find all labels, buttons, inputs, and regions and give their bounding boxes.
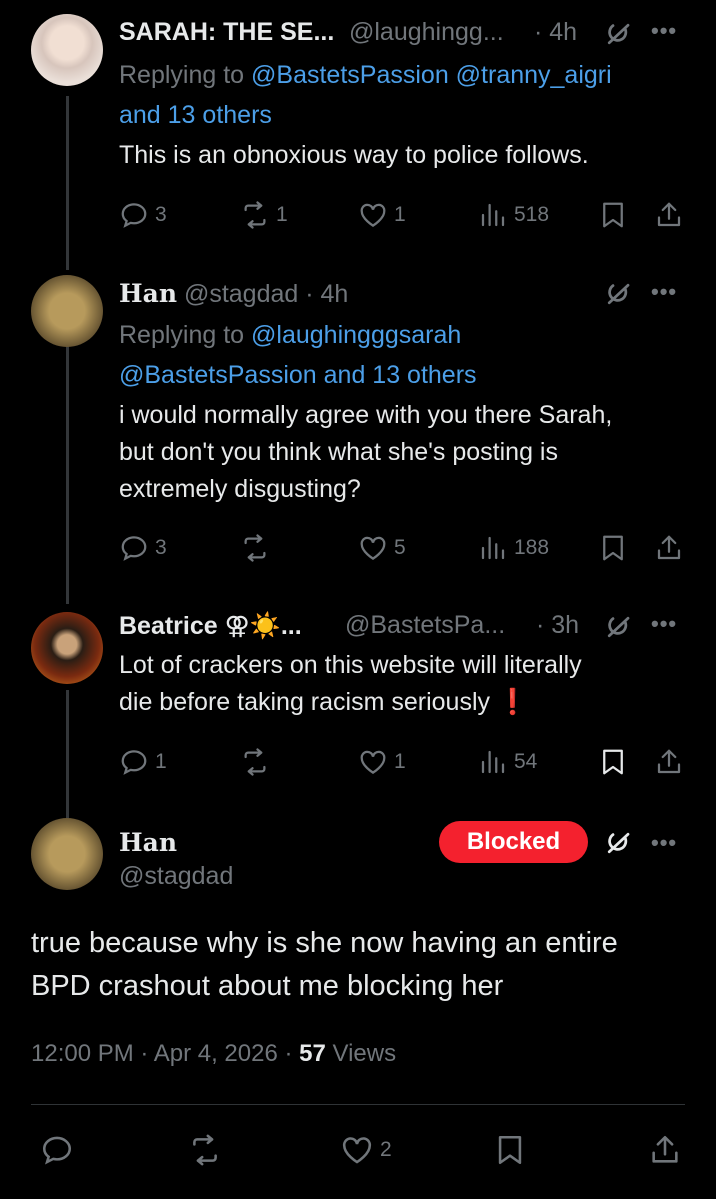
avatar[interactable] [31, 14, 103, 86]
reply-button[interactable]: 3 [119, 533, 167, 563]
tweet-time[interactable]: · 3h [536, 611, 579, 640]
like-button[interactable]: 1 [358, 200, 406, 230]
like-icon [358, 200, 388, 230]
reply-button[interactable]: 3 [119, 200, 167, 230]
more-icon[interactable]: ••• [651, 830, 677, 856]
reply-icon [119, 200, 149, 230]
reply-icon [40, 1133, 74, 1167]
replying-label: Replying to [119, 321, 245, 349]
retweet-icon [188, 1133, 222, 1167]
like-icon [340, 1133, 374, 1167]
views-icon [478, 200, 508, 230]
grok-icon[interactable] [603, 19, 633, 49]
views-count: 188 [514, 536, 550, 559]
tweet-meta: 12:00 PM · Apr 4, 2026 · 57 Views [31, 1040, 396, 1068]
reply-icon [119, 747, 149, 777]
tweet-text: This is an obnoxious way to police follo… [119, 141, 589, 169]
views-button[interactable]: 518 [478, 200, 549, 230]
retweet-icon [240, 200, 270, 230]
bookmark-icon[interactable] [493, 1133, 527, 1167]
tweet-text-line: BPD crashout about me blocking her [31, 970, 504, 1002]
share-icon[interactable] [654, 747, 684, 777]
mention-others-link[interactable]: and 13 others [119, 95, 272, 135]
share-icon[interactable] [654, 533, 684, 563]
retweet-icon [240, 747, 270, 777]
reply-icon [119, 533, 149, 563]
views-button[interactable]: 188 [478, 533, 549, 563]
share-icon[interactable] [654, 200, 684, 230]
reply-count: 3 [155, 203, 167, 226]
author-name[interactable]: Han [119, 279, 177, 308]
avatar[interactable] [31, 275, 103, 347]
retweet-icon [240, 533, 270, 563]
like-button[interactable]: 2 [340, 1133, 392, 1167]
bookmark-icon[interactable] [598, 747, 628, 777]
reply-count: 3 [155, 536, 167, 559]
like-button[interactable]: 5 [358, 533, 406, 563]
author-handle[interactable]: @BastetsPa... [345, 611, 505, 640]
tweet-text-line: i would normally agree with you there Sa… [119, 401, 613, 429]
author-name[interactable]: SARAH: THE SE... [119, 18, 334, 47]
avatar[interactable] [31, 818, 103, 890]
share-icon[interactable] [648, 1133, 682, 1167]
mention-others-link[interactable]: @BastetsPassion and 13 others [119, 355, 477, 395]
blocked-button[interactable]: Blocked [439, 821, 588, 863]
bookmark-icon[interactable] [598, 200, 628, 230]
mention-link[interactable]: @BastetsPassion @tranny_aigri [251, 61, 612, 89]
retweet-count: 1 [276, 203, 288, 226]
author-handle[interactable]: @stagdad [119, 862, 233, 891]
author-name[interactable]: Han [119, 828, 177, 857]
author-handle[interactable]: @stagdad · 4h [184, 280, 348, 308]
thread-line [66, 690, 69, 820]
tweet-text-line: but don't you think what she's posting i… [119, 438, 558, 466]
tweet-text: Lot of crackers on this website will lit… [119, 647, 582, 721]
like-count: 1 [394, 203, 406, 226]
more-icon[interactable]: ••• [651, 611, 677, 637]
author-handle[interactable]: @laughingg... [349, 18, 504, 47]
views-icon [478, 533, 508, 563]
more-icon[interactable]: ••• [651, 18, 677, 44]
like-count: 5 [394, 536, 406, 559]
tweet-text-line: true because why is she now having an en… [31, 927, 618, 959]
timestamp[interactable]: 12:00 PM · Apr 4, 2026 · [31, 1040, 299, 1067]
reply-count: 1 [155, 750, 167, 773]
retweet-button[interactable] [240, 533, 270, 563]
retweet-button[interactable]: 1 [240, 200, 288, 230]
views-label: Views [325, 1040, 397, 1067]
like-icon [358, 747, 388, 777]
reply-button[interactable] [40, 1133, 74, 1167]
like-button[interactable]: 1 [358, 747, 406, 777]
divider [31, 1104, 685, 1105]
tweet-text-line: die before taking racism seriously ❗ [119, 688, 529, 716]
tweet-text-line: extremely disgusting? [119, 475, 361, 503]
views-icon [478, 747, 508, 777]
views-count: 518 [514, 203, 550, 226]
reply-button[interactable]: 1 [119, 747, 167, 777]
mention-link[interactable]: @laughingggsarah [251, 321, 461, 349]
like-icon [358, 533, 388, 563]
retweet-button[interactable] [240, 747, 270, 777]
tweet-text: i would normally agree with you there Sa… [119, 397, 612, 508]
tweet-text-line: Lot of crackers on this website will lit… [119, 651, 582, 679]
tweet-text: true because why is she now having an en… [31, 922, 618, 1008]
grok-icon[interactable] [603, 279, 633, 309]
thread-line [66, 96, 69, 270]
more-icon[interactable]: ••• [651, 279, 677, 305]
grok-icon[interactable] [603, 612, 633, 642]
tweet-time[interactable]: · 4h [534, 18, 577, 47]
bookmark-icon[interactable] [598, 533, 628, 563]
replying-label: Replying to [119, 61, 245, 89]
views-count: 57 [299, 1040, 326, 1067]
like-count: 2 [380, 1138, 392, 1161]
views-count: 54 [514, 750, 538, 773]
avatar[interactable] [31, 612, 103, 684]
retweet-button[interactable] [188, 1133, 222, 1167]
grok-icon[interactable] [603, 828, 633, 858]
views-button[interactable]: 54 [478, 747, 537, 777]
thread-line [66, 336, 69, 604]
like-count: 1 [394, 750, 406, 773]
author-name[interactable]: Beatrice ⚢☀️... [119, 611, 302, 641]
